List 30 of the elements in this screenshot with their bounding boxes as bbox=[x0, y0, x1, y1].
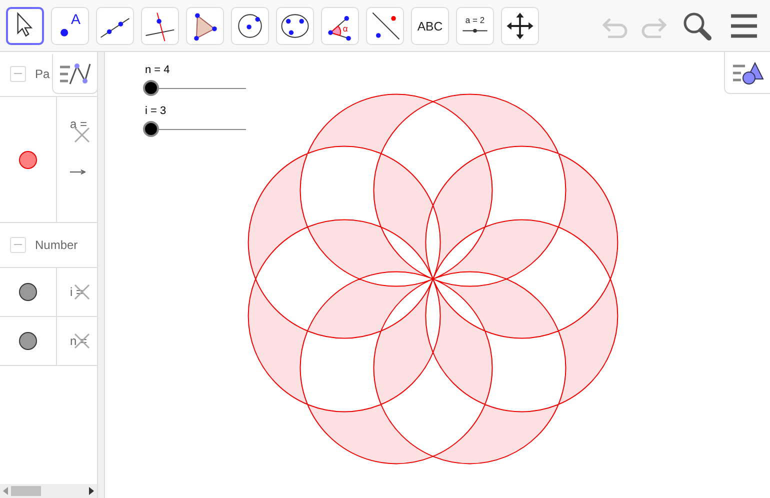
horizontal-scrollbar[interactable] bbox=[0, 484, 97, 498]
visibility-dot[interactable] bbox=[19, 150, 37, 168]
slider-thumb[interactable] bbox=[143, 80, 159, 96]
polygon-tool-button[interactable] bbox=[186, 6, 224, 44]
perpendicular-tool-button[interactable] bbox=[141, 6, 179, 44]
slider-label: i = 3 bbox=[145, 105, 168, 117]
object-definition: a = bbox=[70, 117, 88, 131]
line-tool-button[interactable] bbox=[96, 6, 134, 44]
collapse-toggle[interactable] bbox=[10, 66, 26, 82]
move-tool-button[interactable] bbox=[6, 6, 44, 44]
slider-label: n = 4 bbox=[145, 64, 171, 76]
collapse-toggle[interactable] bbox=[10, 237, 26, 253]
visibility-dot[interactable] bbox=[19, 283, 37, 301]
circle-tool-button[interactable] bbox=[231, 6, 269, 44]
algebra-style-button[interactable] bbox=[52, 54, 98, 94]
slider-tool-button[interactable]: a = 2 bbox=[456, 6, 494, 44]
shapes-icon bbox=[730, 60, 764, 86]
visibility-dot[interactable] bbox=[19, 332, 37, 350]
arrow-icon bbox=[70, 169, 86, 175]
pan-tool-button[interactable] bbox=[501, 6, 539, 44]
point-tool-button[interactable]: A bbox=[51, 6, 89, 44]
conic-tool-button[interactable] bbox=[276, 6, 314, 44]
group-title: Pa bbox=[35, 67, 50, 81]
angle-tool-button[interactable]: α bbox=[321, 6, 359, 44]
scroll-right-icon[interactable] bbox=[89, 487, 94, 495]
text-tool-button[interactable]: ABC bbox=[411, 6, 449, 44]
slider-thumb[interactable] bbox=[143, 121, 159, 137]
reflect-tool-button[interactable] bbox=[366, 6, 404, 44]
graphics-style-button[interactable] bbox=[724, 52, 770, 94]
group-title: Number bbox=[35, 238, 78, 252]
